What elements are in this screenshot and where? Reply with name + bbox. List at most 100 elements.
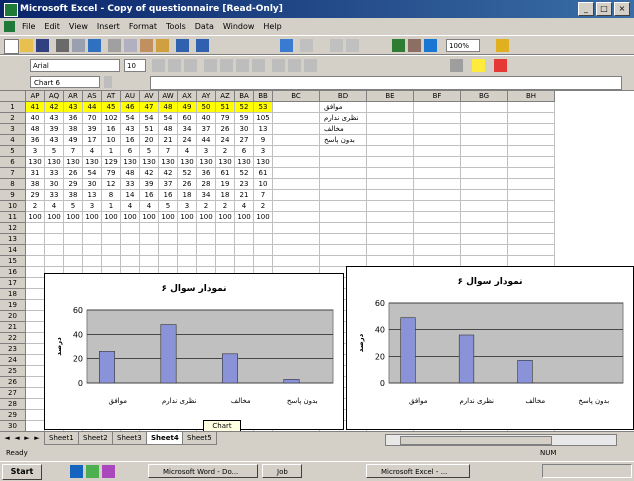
bold-icon[interactable] xyxy=(152,59,165,72)
underline-icon[interactable] xyxy=(184,59,197,72)
table-cell[interactable]: 2 xyxy=(254,201,273,212)
table-cell[interactable] xyxy=(159,234,178,245)
table-cell[interactable]: 130 xyxy=(235,157,254,168)
column-header[interactable]: AS xyxy=(83,91,102,102)
table-cell[interactable] xyxy=(83,245,102,256)
table-cell[interactable] xyxy=(273,212,320,223)
tab-sheet1[interactable]: Sheet1 xyxy=(44,432,79,445)
table-cell[interactable] xyxy=(414,102,461,113)
table-cell[interactable]: 100 xyxy=(83,212,102,223)
row-header[interactable]: 14 xyxy=(0,245,26,256)
row-header[interactable]: 28 xyxy=(0,399,26,410)
table-cell[interactable] xyxy=(508,168,555,179)
comma-icon[interactable] xyxy=(304,59,317,72)
table-cell[interactable] xyxy=(216,234,235,245)
table-cell[interactable]: 18 xyxy=(178,190,197,201)
align-left-icon[interactable] xyxy=(204,59,217,72)
table-cell[interactable]: 2 xyxy=(197,201,216,212)
table-cell[interactable]: 60 xyxy=(178,113,197,124)
row-header[interactable]: 6 xyxy=(0,157,26,168)
table-cell[interactable] xyxy=(508,223,555,234)
table-cell[interactable]: 4 xyxy=(121,201,140,212)
table-cell[interactable]: 4 xyxy=(83,146,102,157)
table-cell[interactable]: 52 xyxy=(235,102,254,113)
table-cell[interactable] xyxy=(178,234,197,245)
table-cell[interactable] xyxy=(45,245,64,256)
table-cell[interactable] xyxy=(414,168,461,179)
table-cell[interactable] xyxy=(508,135,555,146)
table-cell[interactable]: 45 xyxy=(102,102,121,113)
row-header[interactable]: 9 xyxy=(0,190,26,201)
align-center-icon[interactable] xyxy=(220,59,233,72)
row-header[interactable]: 5 xyxy=(0,146,26,157)
table-cell[interactable] xyxy=(216,256,235,267)
menu-window[interactable]: Window xyxy=(223,19,255,34)
autosum-icon[interactable] xyxy=(300,39,313,52)
table-cell[interactable] xyxy=(367,146,414,157)
print-preview-icon[interactable] xyxy=(72,39,85,52)
table-cell[interactable]: 33 xyxy=(45,190,64,201)
column-header[interactable]: AX xyxy=(178,91,197,102)
paste-icon[interactable] xyxy=(140,39,153,52)
column-header[interactable]: BF xyxy=(414,91,461,102)
excel-icon[interactable] xyxy=(4,3,18,17)
table-cell[interactable] xyxy=(508,245,555,256)
drawing-icon[interactable] xyxy=(424,39,437,52)
table-cell[interactable]: 3 xyxy=(83,201,102,212)
table-cell[interactable]: 4 xyxy=(45,201,64,212)
table-cell[interactable]: 130 xyxy=(254,157,273,168)
table-cell[interactable] xyxy=(216,223,235,234)
table-cell[interactable] xyxy=(64,256,83,267)
table-cell[interactable]: 16 xyxy=(159,190,178,201)
table-cell[interactable]: 24 xyxy=(178,135,197,146)
column-header[interactable]: AP xyxy=(26,91,45,102)
table-cell[interactable] xyxy=(367,168,414,179)
tab-sheet2[interactable]: Sheet2 xyxy=(78,432,113,445)
table-cell[interactable]: 48 xyxy=(159,102,178,113)
start-button[interactable]: Start xyxy=(2,464,42,480)
menu-tools[interactable]: Tools xyxy=(166,19,186,34)
table-cell[interactable]: 3 xyxy=(26,146,45,157)
table-cell[interactable]: 1 xyxy=(102,146,121,157)
table-cell[interactable]: 4 xyxy=(178,146,197,157)
table-cell[interactable] xyxy=(414,135,461,146)
table-cell[interactable]: 43 xyxy=(45,113,64,124)
table-cell[interactable] xyxy=(178,223,197,234)
table-cell[interactable] xyxy=(64,234,83,245)
row-header[interactable]: 27 xyxy=(0,388,26,399)
minimize-button[interactable]: _ xyxy=(578,2,594,16)
column-header[interactable]: BC xyxy=(273,91,320,102)
table-cell[interactable] xyxy=(159,256,178,267)
table-cell[interactable]: 20 xyxy=(140,135,159,146)
font-name-select[interactable]: Arial xyxy=(30,59,120,72)
table-cell[interactable]: 100 xyxy=(102,212,121,223)
table-cell[interactable] xyxy=(414,190,461,201)
chart-question-6-left[interactable]: 0 20 40 60 درصد موافق نظری ندارم مخالف بدون پاسخ… xyxy=(44,273,344,430)
quicklaunch-ie-icon[interactable] xyxy=(70,465,83,478)
table-cell[interactable] xyxy=(83,256,102,267)
table-cell[interactable]: 13 xyxy=(254,124,273,135)
row-header[interactable]: 18 xyxy=(0,289,26,300)
last-sheet-icon[interactable]: ► xyxy=(32,433,42,444)
table-cell[interactable]: 100 xyxy=(216,212,235,223)
table-cell[interactable]: 6 xyxy=(121,146,140,157)
taskbar-excel-button[interactable]: Microsoft Excel - ... xyxy=(366,464,470,478)
column-header[interactable]: AZ xyxy=(216,91,235,102)
table-cell[interactable]: 23 xyxy=(235,179,254,190)
table-cell[interactable]: 41 xyxy=(26,102,45,113)
workbook-icon[interactable] xyxy=(4,21,15,32)
table-cell[interactable] xyxy=(320,179,367,190)
table-cell[interactable] xyxy=(461,102,508,113)
next-sheet-icon[interactable]: ► xyxy=(22,433,32,444)
table-cell[interactable]: 7 xyxy=(159,146,178,157)
table-cell[interactable] xyxy=(159,245,178,256)
table-cell[interactable] xyxy=(102,256,121,267)
chart-svg[interactable]: 0 20 40 60 درصد موافق نظری ندارم مخالف بدون پاسخ xyxy=(45,274,343,429)
row-header[interactable]: 30 xyxy=(0,421,26,431)
save-icon[interactable] xyxy=(36,39,49,52)
table-cell[interactable] xyxy=(461,223,508,234)
table-cell[interactable] xyxy=(320,168,367,179)
row-header[interactable]: 2 xyxy=(0,113,26,124)
table-cell[interactable] xyxy=(235,256,254,267)
table-cell[interactable]: 130 xyxy=(216,157,235,168)
